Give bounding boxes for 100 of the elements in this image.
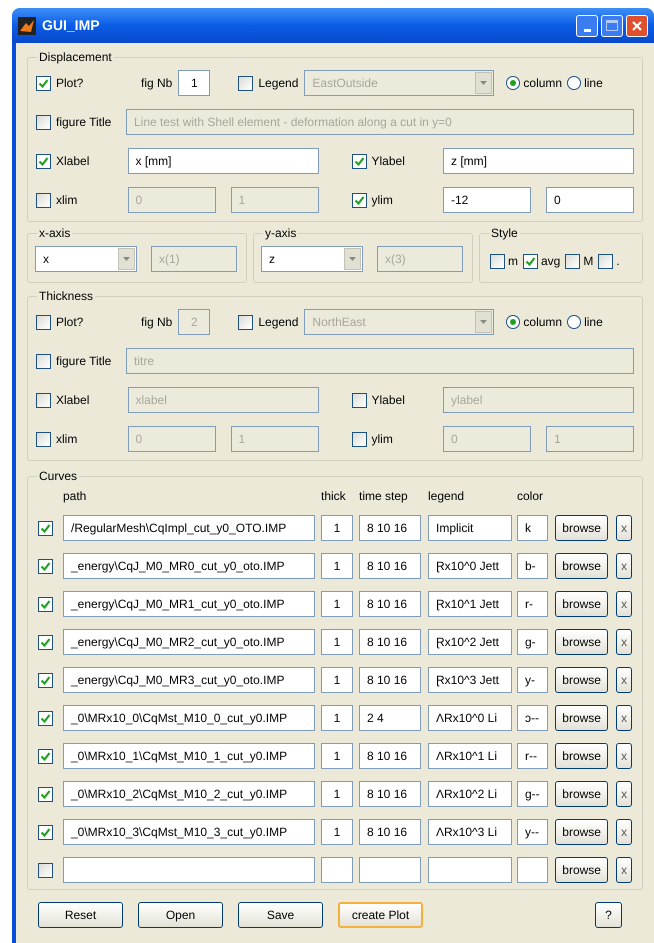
input-field[interactable]: 8 10 16 [359,591,421,617]
radio-button[interactable] [567,315,582,329]
input-field[interactable]: g- [517,629,548,655]
action-button[interactable]: Reset [38,902,123,928]
input-field[interactable]: 8 10 16 [359,819,421,845]
remove-button[interactable]: x [616,705,632,731]
checkbox[interactable] [38,634,53,650]
remove-button[interactable]: x [616,667,632,693]
checkbox[interactable] [598,254,614,268]
remove-button[interactable]: x [616,591,632,617]
input-field[interactable]: 8 10 16 [359,629,421,655]
checkbox[interactable] [38,710,53,726]
checkbox[interactable] [36,114,51,130]
input-field[interactable] [517,857,548,883]
radio-button[interactable] [567,76,582,90]
close-button[interactable] [626,14,648,36]
input-field[interactable]: 2 4 [359,705,421,731]
checkbox[interactable] [38,672,53,688]
checkbox[interactable] [565,254,580,268]
input-field[interactable]: 8 10 16 [359,743,421,769]
remove-button[interactable]: x [616,629,632,655]
input-field[interactable]: y- [517,667,548,693]
input-field[interactable]: _energy\CqJ_M0_MR1_cut_y0_oto.IMP [63,591,315,617]
checkbox[interactable] [38,862,53,878]
checkbox[interactable] [38,748,53,764]
checkbox[interactable] [238,76,254,90]
remove-button[interactable]: x [616,819,632,845]
checkbox[interactable] [523,254,538,268]
remove-button[interactable]: x [616,781,632,807]
input-field[interactable]: _0\MRx10_0\CqMst_M10_0_cut_y0.IMP [63,705,315,731]
checkbox[interactable] [36,192,51,208]
input-field[interactable]: 0 [546,187,634,213]
input-field[interactable]: 1 [321,705,353,731]
input-field[interactable]: r-- [517,743,548,769]
browse-button[interactable]: browse [555,819,608,845]
remove-button[interactable]: x [616,857,632,883]
input-field[interactable]: 8 10 16 [359,515,421,541]
checkbox[interactable] [36,154,51,168]
input-field[interactable]: 1 [321,667,353,693]
input-field[interactable]: z [mm] [443,148,634,174]
checkbox[interactable] [38,520,53,536]
input-field[interactable]: 1 [178,70,210,96]
input-field[interactable]: k [517,515,548,541]
input-field[interactable]: Ɽx10^2 Jett [428,629,512,655]
action-button[interactable]: create Plot [338,902,423,928]
input-field[interactable]: ɡ-- [517,781,548,807]
input-field[interactable]: 1 [321,515,353,541]
checkbox[interactable] [38,786,53,802]
input-field[interactable]: Ɽx10^1 Jett [428,591,512,617]
input-field[interactable]: x [mm] [128,148,318,174]
input-field[interactable]: 1 [321,591,353,617]
checkbox[interactable] [38,824,53,840]
input-field[interactable]: 1 [321,781,353,807]
input-field[interactable]: 8 10 16 [359,667,421,693]
checkbox[interactable] [352,192,366,208]
checkbox[interactable] [352,432,366,446]
input-field[interactable]: 8 10 16 [359,781,421,807]
checkbox[interactable] [38,558,53,574]
input-field[interactable]: ΛRx10^3 Li [428,819,512,845]
input-field[interactable]: -12 [443,187,531,213]
checkbox[interactable] [36,392,51,408]
input-field[interactable]: /RegularMesh\CqImpl_cut_y0_OTO.IMP [63,515,315,541]
browse-button[interactable]: browse [555,591,608,617]
browse-button[interactable]: browse [555,781,608,807]
input-field[interactable]: r- [517,591,548,617]
checkbox[interactable] [352,392,366,408]
input-field[interactable] [428,857,512,883]
checkbox[interactable] [36,76,51,90]
browse-button[interactable]: browse [555,629,608,655]
input-field[interactable]: _energy\CqJ_M0_MR0_cut_y0_oto.IMP [63,553,315,579]
input-field[interactable]: ɔ-- [517,705,548,731]
input-field[interactable] [359,857,421,883]
input-field[interactable]: _0\MRx10_1\CqMst_M10_1_cut_y0.IMP [63,743,315,769]
input-field[interactable]: Ɽx10^3 Jett [428,667,512,693]
input-field[interactable]: 1 [321,819,353,845]
input-field[interactable]: Ɽx10^0 Jett [428,553,512,579]
input-field[interactable]: _energy\CqJ_M0_MR3_cut_y0_oto.IMP [63,667,315,693]
input-field[interactable]: 8 10 16 [359,553,421,579]
input-field[interactable] [321,857,353,883]
browse-button[interactable]: browse [555,705,608,731]
input-field[interactable]: _0\MRx10_3\CqMst_M10_3_cut_y0.IMP [63,819,315,845]
input-field[interactable]: _energy\CqJ_M0_MR2_cut_y0_oto.IMP [63,629,315,655]
input-field[interactable]: 1 [321,743,353,769]
remove-button[interactable]: x [616,743,632,769]
browse-button[interactable]: browse [555,515,608,541]
browse-button[interactable]: browse [555,857,608,883]
browse-button[interactable]: browse [555,667,608,693]
action-button[interactable]: Open [138,902,223,928]
minimize-button[interactable] [576,14,598,36]
checkbox[interactable] [352,154,366,168]
help-button[interactable]: ? [595,902,622,928]
browse-button[interactable]: browse [555,743,608,769]
browse-button[interactable]: browse [555,553,608,579]
checkbox[interactable] [36,314,51,330]
checkbox[interactable] [238,314,254,330]
axis-dropdown[interactable]: x [35,246,137,272]
radio-button[interactable] [506,76,520,90]
input-field[interactable]: 1 [321,629,353,655]
input-field[interactable]: ΛRx10^2 Li [428,781,512,807]
checkbox[interactable] [36,354,51,368]
